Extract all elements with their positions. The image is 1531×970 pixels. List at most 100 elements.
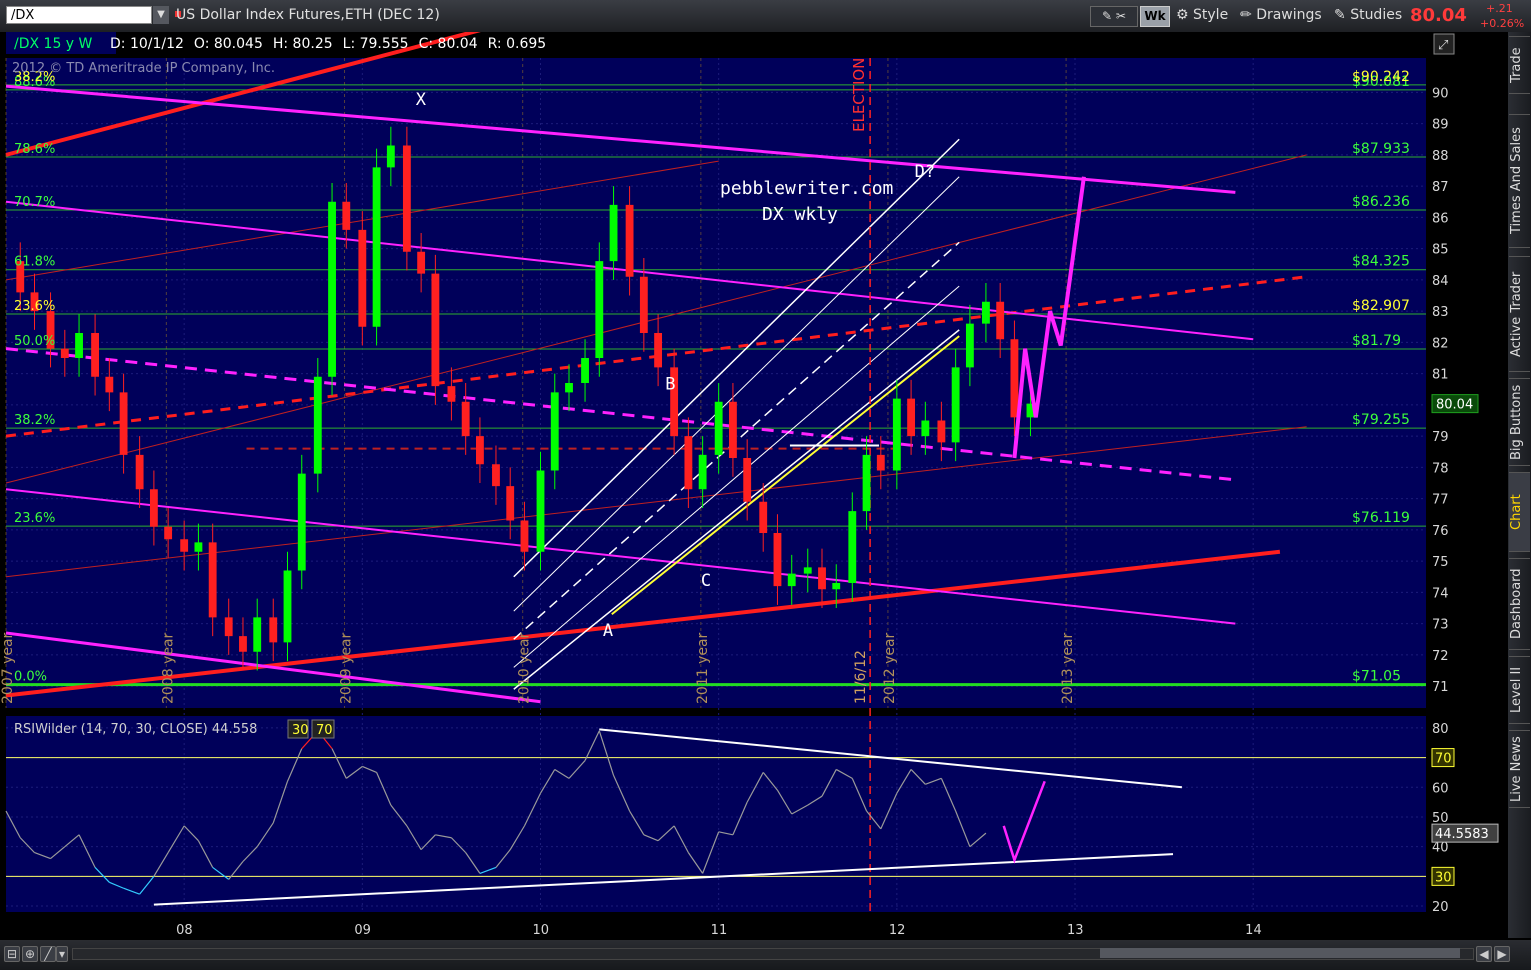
price-candle — [892, 398, 901, 471]
sidebar-tab-times-and-sales[interactable]: Times And Sales — [1509, 114, 1530, 248]
price-candle — [565, 383, 573, 393]
price-candle — [253, 617, 262, 652]
instrument-description: US Dollar Index Futures,ETH (DEC 12) — [176, 7, 440, 23]
price-candle — [342, 201, 351, 230]
rsi-y-tick-label: 40 — [1432, 841, 1449, 856]
y-tick-label: 89 — [1432, 118, 1449, 133]
symbol-dropdown-icon[interactable]: ▼ — [153, 6, 169, 24]
year-marker-label: 2009 year — [339, 632, 355, 704]
price-candle — [461, 401, 470, 437]
sidebar-tab-live-news[interactable]: Live News — [1509, 730, 1530, 808]
x-tick-label: 09 — [354, 923, 371, 938]
pencil-icon: ✏ — [1240, 7, 1257, 23]
price-candle — [625, 204, 634, 277]
y-tick-label: 90 — [1432, 86, 1449, 101]
wave-label: A — [603, 621, 613, 641]
y-tick-label: 76 — [1432, 524, 1449, 539]
fib-level-label: 70.7% — [14, 195, 55, 210]
price-candle — [358, 229, 367, 327]
aggregation-button[interactable]: Wk — [1140, 6, 1170, 27]
election-date-label: 11/6/12 — [853, 650, 869, 704]
price-candle — [1010, 339, 1019, 418]
drawings-label: Drawings — [1256, 7, 1322, 23]
x-tick-label: 14 — [1245, 923, 1262, 938]
sidebar-tab-trade[interactable]: Trade — [1509, 36, 1530, 94]
price-candle — [224, 617, 233, 637]
y-tick-label: 84 — [1432, 274, 1449, 289]
net-change: +.21 — [1486, 2, 1513, 15]
fib-price-label: $82.907 — [1352, 298, 1410, 314]
year-marker-label: 2010 year — [517, 632, 533, 704]
price-candle — [862, 454, 871, 512]
rsi-current-label: 44.5583 — [1435, 827, 1489, 842]
chart-area[interactable]: 71 72 73 74 75 76 77 78 79 80 81 82 83 84 85 86 87 88 89 90… — [0, 32, 1508, 938]
price-candle — [818, 567, 826, 590]
price-candle — [729, 401, 737, 458]
sidebar-tab-chart[interactable]: Chart — [1509, 472, 1530, 552]
price-candle — [951, 367, 960, 443]
rsi-y-tick-label: 60 — [1432, 781, 1449, 796]
more-tools-icon[interactable]: ▾ — [56, 946, 68, 962]
drawings-button[interactable]: ✏ Drawings — [1240, 6, 1322, 25]
fib-price-label: $71.05 — [1352, 669, 1401, 685]
style-icon: ⚙ — [1176, 7, 1194, 23]
zoom-out-icon[interactable]: ⊟ — [4, 946, 20, 962]
fib-level-label: 23.6% — [14, 511, 55, 526]
wave-label: D? — [915, 162, 935, 182]
scroll-left-icon[interactable]: ◀ — [1476, 946, 1492, 962]
price-candle — [239, 636, 247, 652]
fib-level-label: 23.6% — [14, 299, 55, 314]
price-candle — [447, 386, 456, 402]
chart-settings-icon[interactable]: ⤢ — [1438, 38, 1448, 53]
overlay-site: pebblewriter.com — [720, 178, 893, 199]
y-tick-label: 82 — [1432, 336, 1449, 351]
year-marker-label: 2007 year — [0, 632, 16, 704]
sidebar-tab-level-ii[interactable]: Level II — [1509, 656, 1530, 724]
y-tick-label: 74 — [1432, 586, 1449, 601]
fib-price-label: $79.255 — [1352, 412, 1410, 428]
x-tick-label: 12 — [889, 923, 906, 938]
price-pane[interactable] — [6, 58, 1426, 708]
symbol-input[interactable]: /DX — [6, 6, 152, 24]
scrollbar-thumb[interactable] — [1100, 948, 1460, 958]
price-candle — [91, 333, 100, 377]
sidebar-tab-big-buttons[interactable]: Big Buttons — [1509, 378, 1530, 466]
election-label: ELECTION — [850, 58, 868, 132]
price-candle — [180, 539, 189, 552]
sidebar-tab-dashboard[interactable]: Dashboard — [1509, 558, 1530, 650]
year-marker-label: 2011 year — [695, 632, 711, 704]
copyright-watermark: 2012 © TD Ameritrade IP Company, Inc. — [12, 61, 275, 76]
style-button[interactable]: ⚙ Style — [1176, 6, 1228, 25]
wave-label: C — [701, 571, 711, 591]
x-tick-label: 10 — [533, 923, 550, 938]
scroll-right-icon[interactable]: ▶ — [1494, 946, 1510, 962]
drawing-line-icon[interactable]: ╱ — [40, 946, 56, 962]
studies-button[interactable]: ✎ Studies — [1334, 6, 1402, 25]
studies-label: Studies — [1350, 7, 1403, 23]
price-candle — [759, 501, 768, 533]
rsi-pane[interactable] — [6, 716, 1426, 912]
price-candle — [698, 454, 707, 490]
price-candle — [996, 301, 1005, 340]
price-candle — [654, 333, 663, 368]
drawing-tools-icon[interactable]: ✎ ✂ — [1090, 6, 1138, 27]
price-candle — [876, 454, 885, 471]
price-candle — [269, 617, 278, 643]
sidebar-tab-active-trader[interactable]: Active Trader — [1509, 256, 1530, 372]
rsi-oversold-level: 30 — [292, 723, 309, 738]
studies-icon: ✎ — [1334, 7, 1351, 23]
zoom-in-icon[interactable]: ⊕ — [22, 946, 38, 962]
overlay-title: DX wkly — [762, 204, 838, 225]
fib-price-label: $87.933 — [1352, 141, 1410, 157]
price-candle — [208, 542, 217, 618]
price-candle — [581, 358, 589, 383]
rsi-level-tag-label: 30 — [1435, 870, 1452, 885]
fib-level-label: 38.2% — [14, 413, 55, 428]
price-candle — [297, 473, 306, 571]
price-candle — [328, 201, 336, 377]
wave-label: X — [416, 90, 427, 110]
fib-level-label: 61.8% — [14, 255, 55, 270]
price-candle — [921, 420, 930, 437]
fib-price-label: $81.79 — [1352, 333, 1401, 349]
price-candle — [965, 323, 974, 368]
